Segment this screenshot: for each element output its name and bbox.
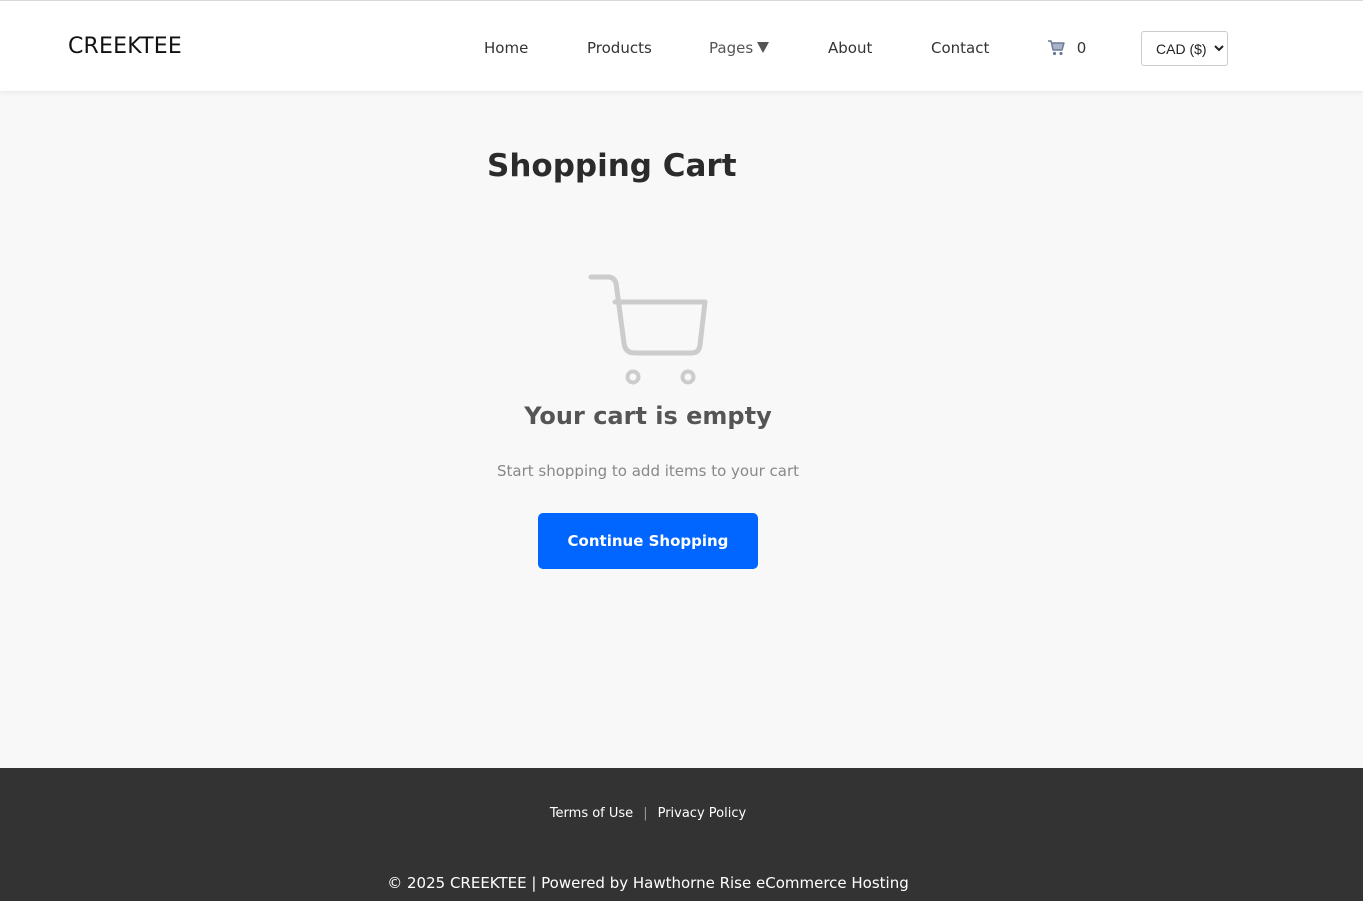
empty-cart-subtext: Start shopping to add items to your cart — [496, 462, 800, 480]
empty-cart-heading: Your cart is empty — [524, 402, 772, 430]
footer-separator: | — [643, 806, 648, 821]
footer-links: Terms of Use | Privacy Policy — [0, 806, 1296, 821]
caret-down-icon — [757, 42, 770, 53]
empty-cart-icon — [588, 273, 710, 393]
currency-select[interactable]: CAD ($) — [1141, 31, 1228, 66]
page-title: Shopping Cart — [487, 148, 737, 184]
nav-contact[interactable]: Contact — [931, 39, 989, 57]
page: CREEKTEE Home Products Pages About Conta… — [0, 0, 1363, 901]
site-header: CREEKTEE Home Products Pages About Conta… — [0, 0, 1363, 91]
privacy-policy-link[interactable]: Privacy Policy — [658, 806, 747, 821]
nav-pages-dropdown[interactable]: Pages — [709, 39, 770, 57]
shopping-cart-icon — [1047, 39, 1071, 57]
continue-shopping-button[interactable]: Continue Shopping — [538, 513, 758, 569]
footer-copyright: © 2025 CREEKTEE | Powered by Hawthorne R… — [387, 874, 909, 892]
terms-of-use-link[interactable]: Terms of Use — [550, 806, 633, 821]
site-logo[interactable]: CREEKTEE — [68, 34, 182, 59]
nav-home[interactable]: Home — [484, 39, 528, 57]
nav-pages-label: Pages — [709, 39, 754, 57]
cart-count: 0 — [1076, 39, 1087, 57]
nav-about[interactable]: About — [828, 39, 872, 57]
site-footer: Terms of Use | Privacy Policy © 2025 CREEK… — [0, 768, 1363, 901]
nav-products[interactable]: Products — [587, 39, 652, 57]
header-cart-link[interactable]: 0 — [1047, 39, 1086, 57]
